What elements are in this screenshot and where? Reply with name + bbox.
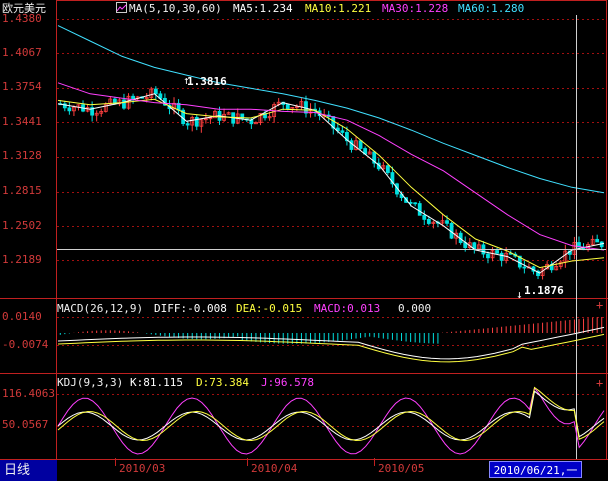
forex-chart-window: ↑ ↓ 欧元美元 MA(5,10,30,60) MA5:1.234 MA10:1.…: [0, 0, 608, 481]
candlestick-body: [240, 113, 245, 120]
period-tab-daily[interactable]: 日线: [0, 460, 57, 481]
kdj-tick: 116.4063: [2, 387, 55, 400]
price-tick: 1.4380: [2, 12, 42, 25]
candlestick-body: [153, 88, 158, 95]
ma5-value: MA5:1.234: [233, 2, 293, 15]
ma10-value: MA10:1.221: [305, 2, 372, 15]
macd-diff-value: DIFF:-0.008: [154, 302, 227, 315]
price-tick: 1.4067: [2, 46, 42, 59]
macd-tick: 0.0140: [2, 310, 42, 323]
cursor-date-box: 2010/06/21,一: [489, 461, 582, 478]
chart-frame: [56, 0, 607, 460]
price-tick: 1.3128: [2, 149, 42, 162]
x-axis-tick: 2010/05: [378, 462, 425, 475]
kdj-k-value: K:81.115: [130, 376, 183, 389]
ma60-value: MA60:1.280: [458, 2, 525, 15]
x-axis-tick: 2010/04: [251, 462, 298, 475]
kdj-k-line: [57, 390, 605, 441]
expand-macd-icon[interactable]: +: [596, 299, 603, 311]
candlestick-body: [385, 165, 390, 173]
candlestick-body: [67, 107, 72, 112]
macd-diff-line: [57, 326, 605, 360]
kdj-d-value: D:73.384: [196, 376, 249, 389]
kdj-j-value: J:96.578: [261, 376, 314, 389]
kdj-j-line: [57, 386, 605, 455]
chart-canvas[interactable]: ↑↓: [0, 0, 608, 481]
price-tick: 1.2815: [2, 184, 42, 197]
candlestick-body: [340, 130, 345, 133]
expand-kdj-icon[interactable]: +: [596, 377, 603, 389]
candlestick-body: [499, 252, 504, 261]
macd-indicator-label[interactable]: MACD(26,12,9): [57, 302, 143, 315]
macd-dea-line: [57, 333, 605, 363]
price-tick: 1.2189: [2, 253, 42, 266]
candlestick-body: [122, 99, 126, 109]
candlestick-body: [486, 253, 490, 259]
candlestick-body: [426, 218, 431, 224]
candlestick-body: [445, 220, 449, 224]
candlestick-body: [413, 202, 418, 205]
high-marker-label: 1.3816: [187, 75, 227, 88]
macd-tick: -0.0074: [2, 338, 49, 351]
candlestick-body: [131, 95, 135, 100]
x-axis-tick: 2010/03: [119, 462, 166, 475]
indicator-select-icon[interactable]: [116, 2, 127, 13]
candlestick-body: [285, 104, 290, 110]
macd-histogram-value: MACD:0.013: [314, 302, 381, 315]
macd-zero-value: 0.000: [398, 302, 432, 315]
low-marker-label: 1.1876: [524, 284, 564, 297]
candlestick-body: [358, 140, 363, 149]
ma-series-line-ma60: [57, 25, 605, 194]
ma30-value: MA30:1.228: [382, 2, 449, 15]
candlestick-body: [194, 116, 199, 127]
price-tick: 1.3754: [2, 80, 42, 93]
price-tick: 1.3441: [2, 115, 42, 128]
ma-series-line-ma30: [57, 82, 605, 251]
ma-indicator-label[interactable]: MA(5,10,30,60): [129, 2, 222, 15]
macd-dea-value: DEA:-0.015: [236, 302, 303, 315]
candlestick-body: [417, 203, 422, 216]
kdj-tick: 50.0567: [2, 418, 49, 431]
candlestick-body: [495, 250, 499, 254]
low-marker-arrow: ↓: [516, 288, 523, 301]
candlestick-body: [522, 266, 527, 269]
candlestick-body: [595, 238, 600, 243]
candlestick-body: [304, 101, 308, 114]
candlestick-body: [422, 214, 427, 220]
ma-series-line-ma5: [57, 93, 605, 274]
kdj-indicator-label[interactable]: KDJ(9,3,3): [57, 376, 123, 389]
candlestick-body: [185, 123, 190, 126]
price-tick: 1.2502: [2, 219, 42, 232]
